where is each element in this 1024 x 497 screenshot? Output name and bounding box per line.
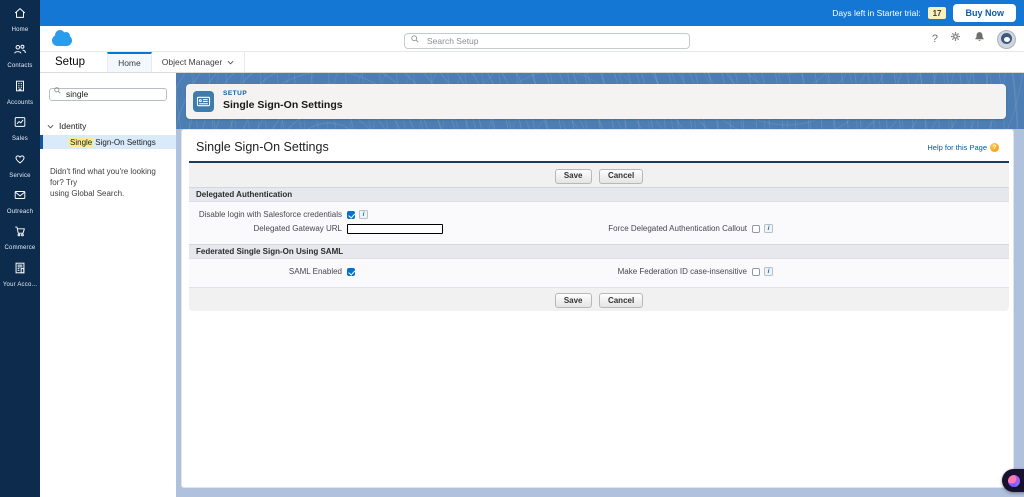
einstein-brain-icon <box>1008 474 1020 487</box>
cancel-button[interactable]: Cancel <box>598 293 644 308</box>
home-icon <box>13 6 27 25</box>
page-title-row: Single Sign-On Settings Help for this Pa… <box>182 130 1013 161</box>
field-label-disable-login: Disable login with Salesforce credential… <box>198 210 342 219</box>
info-icon[interactable]: i <box>359 210 368 219</box>
salesforce-cloud-logo <box>52 30 72 46</box>
checkbox-disable-login[interactable] <box>347 210 355 219</box>
checkbox-federation-id-case[interactable] <box>752 267 760 276</box>
setup-menu-panel: Identity Single Sign-On Settings Didn't … <box>40 73 176 497</box>
save-button[interactable]: Save <box>554 293 592 308</box>
rail-item-label: Commerce <box>4 245 36 252</box>
trial-banner: Days left in Starter trial: 17 Buy Now <box>40 0 1024 26</box>
info-icon[interactable]: i <box>764 224 773 233</box>
your-account-icon <box>13 261 27 280</box>
global-search-input[interactable] <box>404 33 690 49</box>
rail-item-contacts[interactable]: Contacts <box>0 42 40 78</box>
rail-item-outreach[interactable]: Outreach <box>0 188 40 224</box>
header-actions: ? <box>932 26 1016 52</box>
info-icon[interactable]: i <box>764 267 773 276</box>
quick-find-input[interactable] <box>49 87 167 101</box>
sales-icon <box>13 115 27 134</box>
field-label-force-callout: Force Delegated Authentication Callout <box>608 224 747 233</box>
quick-find <box>49 84 167 101</box>
global-search <box>404 31 690 49</box>
menu-item-single-sign-on-settings[interactable]: Single Sign-On Settings <box>40 135 176 149</box>
cancel-button[interactable]: Cancel <box>598 168 644 184</box>
rail-item-label: Home <box>11 27 29 33</box>
sso-form: Save Cancel Delegated Authentication Dis… <box>189 161 1009 311</box>
einstein-assistant-button[interactable] <box>1002 469 1024 492</box>
rail-item-sales[interactable]: Sales <box>0 115 40 151</box>
user-avatar[interactable] <box>997 29 1016 49</box>
app-navigation-rail: Home Contacts Accounts Sales Service Out… <box>0 0 40 497</box>
setup-tab-bar: Setup Home Object Manager <box>40 52 1024 73</box>
rail-item-label: Contacts <box>7 63 33 70</box>
rail-item-label: Your Acco... <box>2 281 38 288</box>
help-icon[interactable]: ? <box>932 33 938 45</box>
rail-item-label: Sales <box>11 136 28 143</box>
section-header-delegated-authentication: Delegated Authentication <box>189 186 1009 202</box>
buy-now-button[interactable]: Buy Now <box>953 4 1016 22</box>
field-label-delegated-gateway-url: Delegated Gateway URL <box>253 224 343 233</box>
form-row: SAML Enabled Make Federation ID case-ins… <box>189 265 1009 279</box>
section-rows: Disable login with Salesforce credential… <box>189 201 1009 244</box>
section-header-federated-saml: Federated Single Sign-On Using SAML <box>189 243 1009 259</box>
page-title: Single Sign-On Settings <box>196 140 329 154</box>
rail-item-accounts[interactable]: Accounts <box>0 79 40 115</box>
content-header-card: SETUP Single Sign-On Settings <box>186 84 1006 119</box>
setup-content-area: SETUP Single Sign-On Settings Single Sig… <box>176 73 1024 497</box>
gear-icon[interactable] <box>949 30 962 48</box>
menu-item-label: Sign-On Settings <box>95 137 156 147</box>
content-header-eyebrow: SETUP <box>223 90 248 97</box>
contacts-icon <box>13 42 27 61</box>
tab-object-manager[interactable]: Object Manager <box>152 52 246 72</box>
top-button-row: Save Cancel <box>189 163 1009 187</box>
search-icon <box>411 35 419 43</box>
field-label-saml-enabled: SAML Enabled <box>288 267 342 276</box>
sso-settings-card: Single Sign-On Settings Help for this Pa… <box>181 129 1014 488</box>
menu-group-identity[interactable]: Identity <box>47 121 86 131</box>
trial-days-badge: 17 <box>927 7 947 19</box>
app-name-label: Setup <box>55 56 86 68</box>
chevron-down-icon <box>227 60 234 64</box>
content-header-title: Single Sign-On Settings <box>223 99 343 111</box>
identity-setup-icon <box>193 91 214 112</box>
tab-home-label: Home <box>118 58 141 68</box>
menu-not-found-hint: Didn't find what you're looking for? Try… <box>50 167 156 198</box>
help-for-this-page[interactable]: Help for this Page ? <box>927 142 999 152</box>
bell-icon[interactable] <box>973 30 986 48</box>
help-orange-icon: ? <box>990 142 999 152</box>
accounts-icon <box>13 79 27 98</box>
rail-item-commerce[interactable]: Commerce <box>0 224 40 260</box>
rail-item-home[interactable]: Home <box>0 6 40 42</box>
trial-days-label: Days left in Starter trial: <box>832 8 921 18</box>
tab-home[interactable]: Home <box>107 52 152 72</box>
help-link-label: Help for this Page <box>927 142 987 152</box>
rail-item-label: Outreach <box>6 208 34 215</box>
section-rows: SAML Enabled Make Federation ID case-ins… <box>189 258 1009 287</box>
field-label-federation-id-case: Make Federation ID case-insensitive <box>617 267 747 276</box>
search-icon <box>54 87 61 94</box>
save-button[interactable]: Save <box>554 168 592 184</box>
search-match-highlight: Single <box>69 137 94 147</box>
outreach-icon <box>13 188 27 207</box>
bottom-button-row: Save Cancel <box>189 286 1009 311</box>
checkbox-force-callout[interactable] <box>752 224 760 233</box>
form-row: Disable login with Salesforce credential… <box>189 208 1009 222</box>
form-row: Delegated Gateway URL Force Delegated Au… <box>189 222 1009 236</box>
menu-group-label: Identity <box>59 121 87 131</box>
rail-item-service[interactable]: Service <box>0 152 40 188</box>
rail-item-your-account[interactable]: Your Acco... <box>0 261 40 297</box>
global-header: ? <box>40 26 1024 52</box>
salesforce-setup-window: Home Contacts Accounts Sales Service Out… <box>0 0 1024 497</box>
delegated-gateway-url-input[interactable] <box>347 223 443 234</box>
rail-item-label: Accounts <box>6 99 34 106</box>
chevron-down-icon <box>47 124 54 128</box>
commerce-icon <box>13 224 27 243</box>
service-icon <box>13 152 27 171</box>
rail-item-label: Service <box>9 172 31 179</box>
checkbox-saml-enabled[interactable] <box>347 267 355 276</box>
tab-object-manager-label: Object Manager <box>161 57 223 67</box>
